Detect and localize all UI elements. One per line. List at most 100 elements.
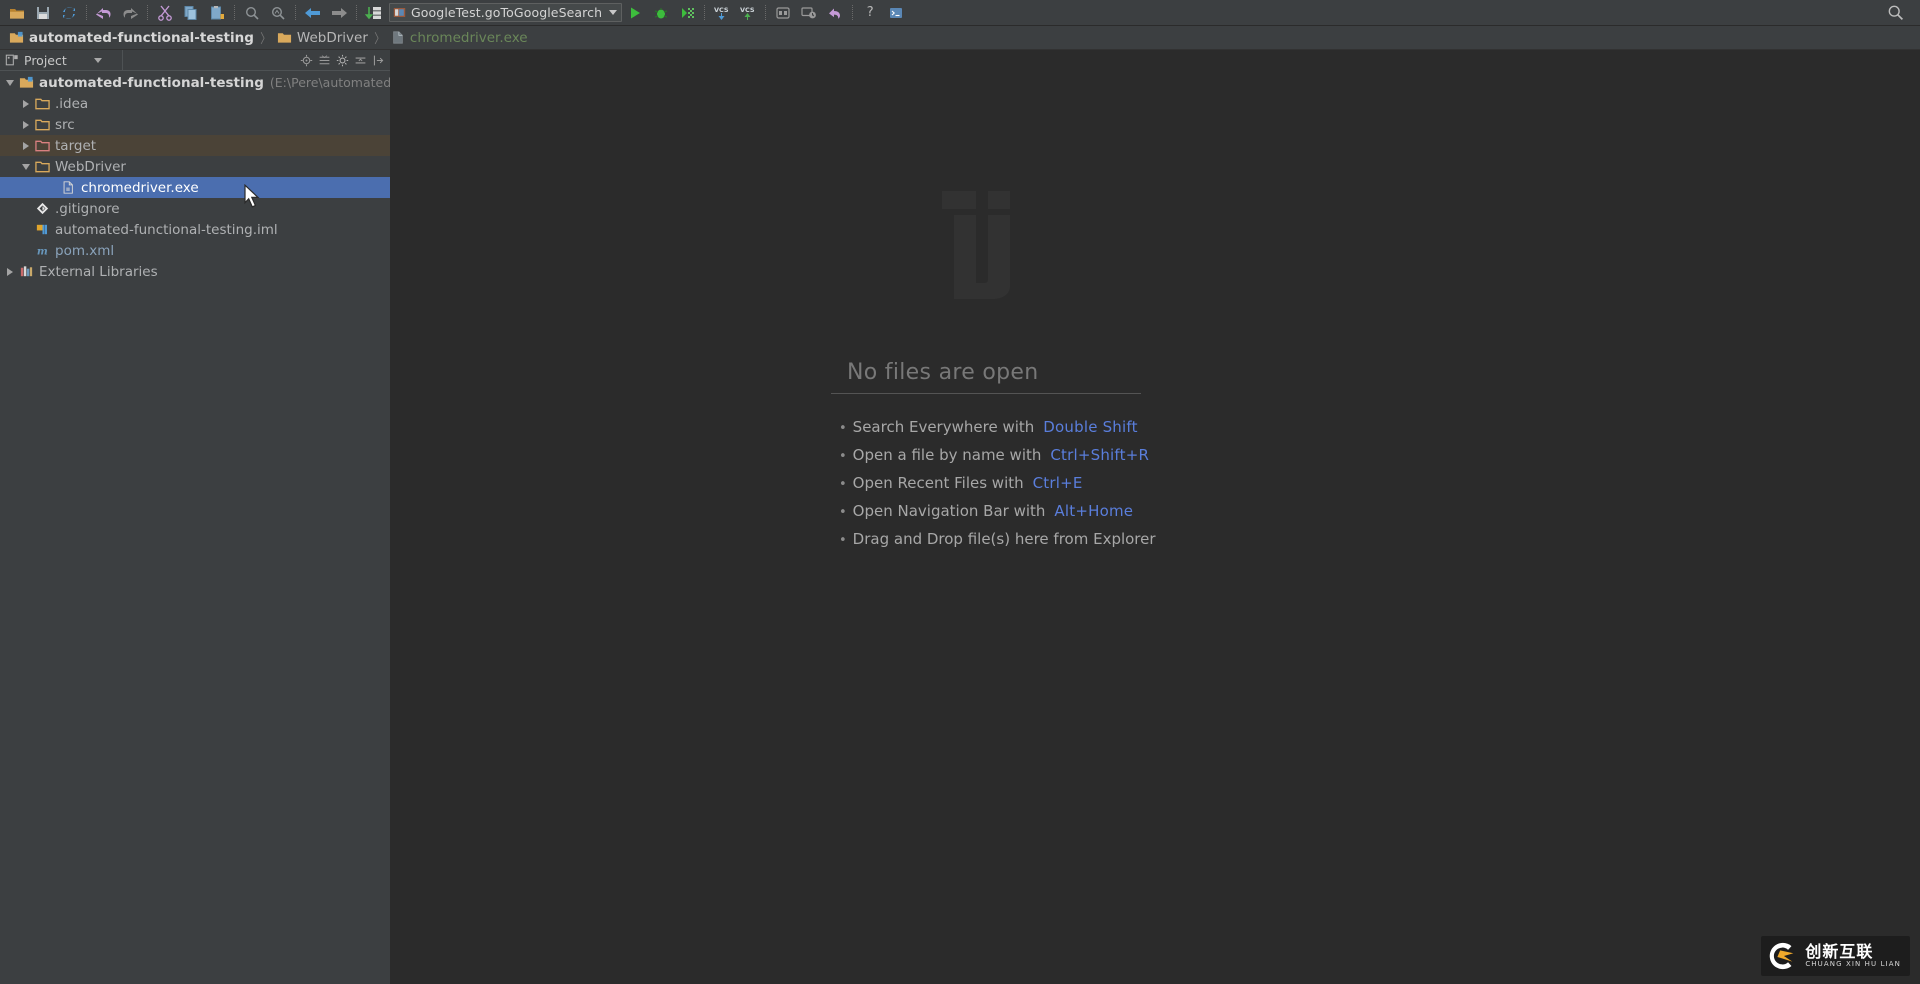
brand-chinese-label: 创新互联 (1805, 941, 1874, 961)
redo-icon[interactable] (117, 2, 143, 24)
run-icon[interactable] (622, 2, 648, 24)
tip-text: Search Everywhere with (852, 418, 1035, 436)
tree-row-webdriver[interactable]: WebDriver (0, 156, 390, 177)
tip-text: Open a file by name with (852, 446, 1042, 464)
chevron-right-icon[interactable] (20, 119, 31, 130)
bullet-icon: • (839, 449, 847, 464)
rollback-icon[interactable] (822, 2, 848, 24)
breadcrumb-label: automated-functional-testing (29, 29, 254, 46)
intellij-watermark-icon (942, 191, 1010, 299)
find-icon[interactable] (239, 2, 265, 24)
toolbar-separator (356, 5, 357, 20)
empty-editor-placeholder: No files are open • Search Everywhere wi… (831, 360, 1156, 558)
tree-row-target[interactable]: target (0, 135, 390, 156)
tree-row-label: .idea (55, 95, 89, 112)
tip-text: Open Recent Files with (852, 474, 1024, 492)
chevron-down-icon[interactable] (93, 57, 102, 63)
panel-divider (122, 50, 123, 70)
breadcrumb: automated-functional-testing 〉 WebDriver… (0, 26, 1920, 50)
editor-area[interactable]: No files are open • Search Everywhere wi… (391, 50, 1920, 984)
breadcrumb-item-webdriver[interactable]: WebDriver (274, 28, 371, 48)
breadcrumb-separator: 〉 (374, 32, 385, 47)
terminal-icon[interactable] (883, 2, 909, 24)
chevron-right-icon[interactable] (20, 140, 31, 151)
vcs-commit-icon[interactable]: VCS (735, 2, 761, 24)
project-folder-icon (9, 31, 24, 43)
tip-item: • Drag and Drop file(s) here from Explor… (839, 530, 1156, 558)
tree-row-external-libraries[interactable]: External Libraries (0, 261, 390, 282)
tip-item: • Search Everywhere with Double Shift (839, 418, 1151, 446)
open-folder-icon[interactable] (4, 2, 30, 24)
chevron-down-icon[interactable] (4, 77, 15, 88)
undo-icon[interactable] (91, 2, 117, 24)
run-configuration-label: GoogleTest.goToGoogleSearch (411, 5, 603, 20)
project-view-icon (5, 54, 18, 66)
tree-row-iml[interactable]: automated-functional-testing.iml (0, 219, 390, 240)
debug-icon[interactable] (648, 2, 674, 24)
tree-row-label: chromedriver.exe (81, 179, 199, 196)
help-icon[interactable]: ? (857, 2, 883, 24)
tree-row-label: External Libraries (39, 263, 158, 280)
save-all-icon[interactable] (30, 2, 56, 24)
toolbar-separator (765, 5, 767, 20)
project-tree[interactable]: automated-functional-testing (E:\Pere\au… (0, 71, 390, 984)
tree-row-project-root[interactable]: automated-functional-testing (E:\Pere\au… (0, 72, 390, 93)
copy-icon[interactable] (178, 2, 204, 24)
project-structure-icon[interactable] (796, 2, 822, 24)
svg-text:VCS: VCS (714, 6, 729, 14)
replace-icon[interactable] (265, 2, 291, 24)
folder-icon (277, 33, 291, 43)
chevron-down-icon[interactable] (609, 10, 618, 15)
tip-item: • Open Navigation Bar with Alt+Home (839, 502, 1151, 530)
toolbar-separator (234, 5, 235, 20)
compile-icon[interactable] (361, 2, 387, 24)
settings-icon[interactable] (770, 2, 796, 24)
folder-icon (34, 117, 50, 133)
main-toolbar: GoogleTest.goToGoogleSearch VCS VCS ? (0, 0, 1920, 26)
tip-shortcut: Ctrl+Shift+R (1050, 446, 1150, 464)
tip-item: • Open a file by name with Ctrl+Shift+R (839, 446, 1151, 474)
tree-row-src[interactable]: src (0, 114, 390, 135)
run-config-icon (393, 8, 406, 17)
project-panel-title: Project (24, 52, 67, 68)
chevron-down-icon[interactable] (20, 161, 31, 172)
breadcrumb-item-file[interactable]: chromedriver.exe (388, 28, 531, 48)
chevron-right-icon[interactable] (4, 266, 15, 277)
file-icon (393, 31, 403, 44)
cut-icon[interactable] (152, 2, 178, 24)
svg-text:m: m (36, 245, 47, 257)
breadcrumb-item-project[interactable]: automated-functional-testing (6, 28, 257, 48)
toolbar-separator (86, 5, 87, 20)
forward-icon[interactable] (326, 2, 352, 24)
expand-all-icon[interactable] (316, 52, 332, 68)
project-panel-toolbar (298, 50, 386, 70)
back-icon[interactable] (300, 2, 326, 24)
svg-text:VCS: VCS (740, 6, 755, 14)
toolbar-separator (852, 5, 854, 20)
brand-pinyin-label: CHUANG XIN HU LIAN (1805, 960, 1901, 969)
tree-row-gitignore[interactable]: .gitignore (0, 198, 390, 219)
chevron-right-icon[interactable] (20, 98, 31, 109)
collapse-icon[interactable] (352, 52, 368, 68)
project-tab[interactable]: Project (5, 53, 102, 68)
tree-row-pom[interactable]: m pom.xml (0, 240, 390, 261)
run-with-coverage-icon[interactable] (674, 2, 700, 24)
paste-icon[interactable] (204, 2, 230, 24)
locate-icon[interactable] (298, 52, 314, 68)
synchronize-icon[interactable] (56, 2, 82, 24)
run-configuration-selector[interactable]: GoogleTest.goToGoogleSearch (389, 3, 623, 22)
search-icon[interactable] (1882, 2, 1908, 24)
tree-row-chromedriver[interactable]: chromedriver.exe (0, 177, 390, 198)
tip-shortcut: Alt+Home (1054, 502, 1134, 520)
tree-row-idea[interactable]: .idea (0, 93, 390, 114)
gear-icon[interactable] (334, 52, 350, 68)
tip-text: Drag and Drop file(s) here from Explorer (852, 530, 1156, 548)
hide-panel-icon[interactable] (370, 52, 386, 68)
breadcrumb-label: WebDriver (296, 29, 368, 46)
toolbar-separator (704, 5, 706, 20)
bullet-icon: • (839, 533, 847, 548)
tree-row-label: target (55, 137, 97, 154)
vcs-update-icon[interactable]: VCS (709, 2, 735, 24)
breadcrumb-label: chromedriver.exe (409, 29, 528, 46)
libraries-icon (18, 264, 34, 280)
